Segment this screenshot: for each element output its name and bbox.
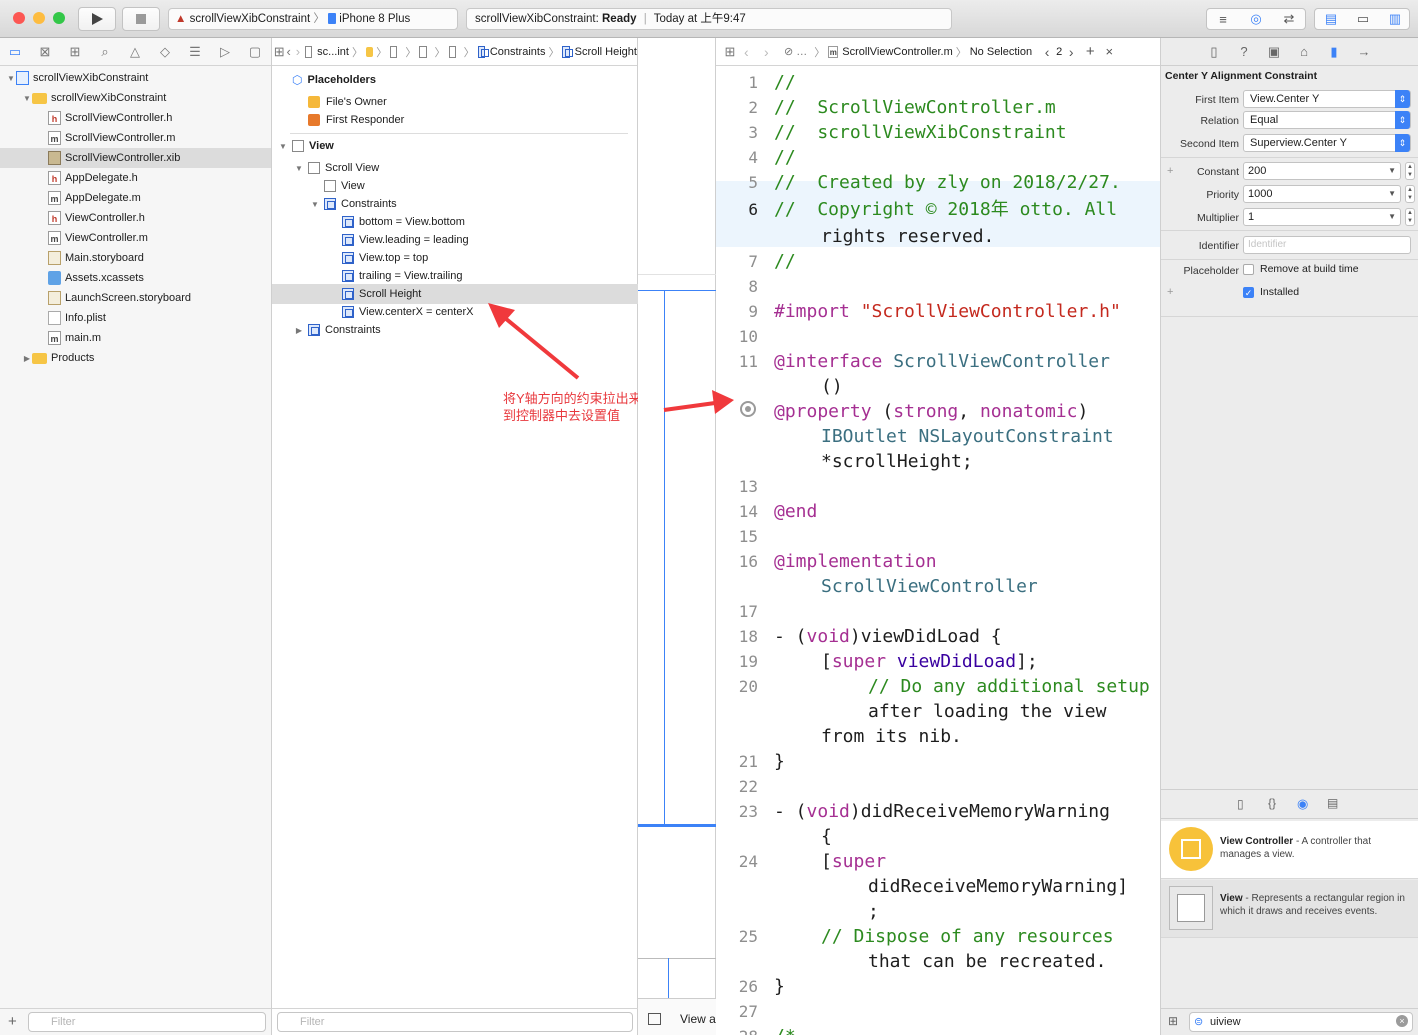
arrow-to-scroll-height bbox=[488, 303, 580, 380]
annotation-arrows bbox=[488, 303, 734, 414]
arrow-to-property bbox=[663, 390, 734, 414]
